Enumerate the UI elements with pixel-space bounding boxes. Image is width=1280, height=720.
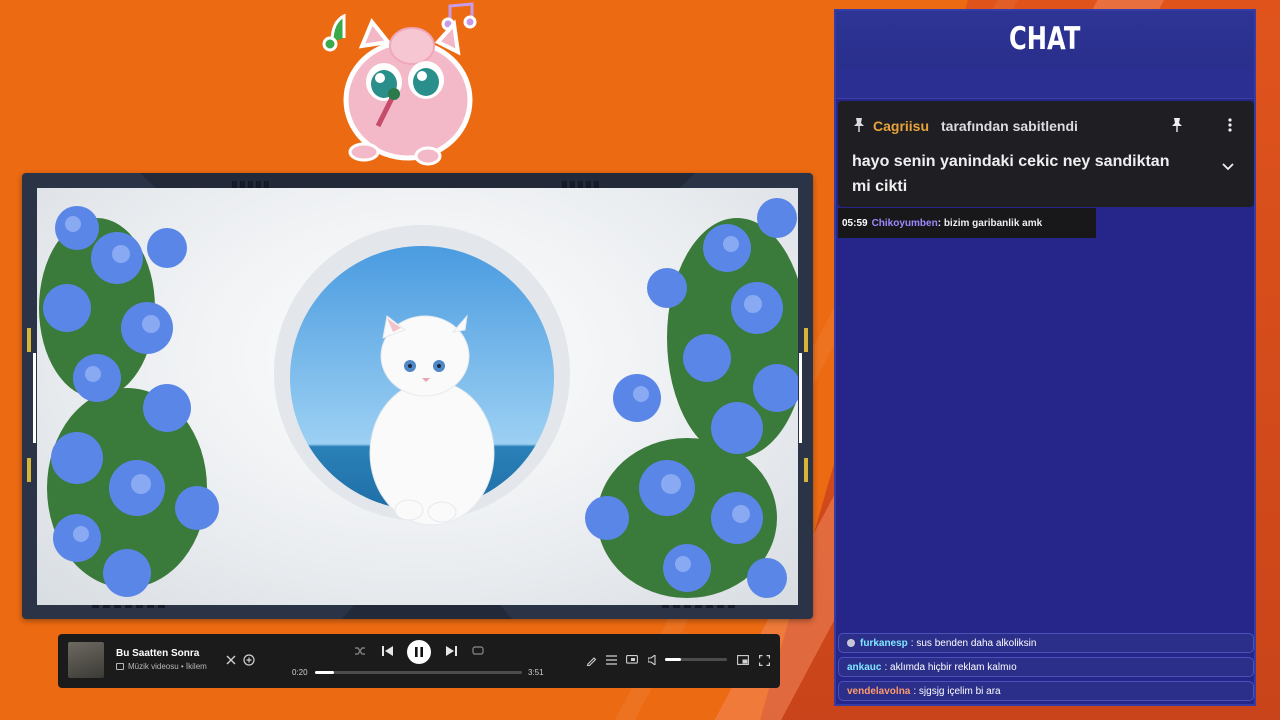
chevron-down-icon[interactable] xyxy=(1220,159,1236,175)
seek-bar[interactable] xyxy=(315,671,522,674)
time-current: 0:20 xyxy=(292,668,308,677)
volume-slider-fill xyxy=(665,658,681,661)
pinned-message[interactable]: Cagriisu tarafından sabitlendi hayo seni… xyxy=(838,101,1254,207)
volume-icon[interactable] xyxy=(646,653,660,667)
song-subtitle-text: Müzik videosu • İkilem xyxy=(128,662,207,671)
message-user[interactable]: ankauc xyxy=(847,662,881,673)
previous-icon[interactable] xyxy=(379,644,395,658)
video-scene xyxy=(39,198,798,598)
repeat-icon[interactable] xyxy=(470,644,486,658)
message-text: bizim garibanlik amk xyxy=(943,217,1043,229)
pinned-message-text: hayo senin yanindaki cekic ney sandiktan… xyxy=(852,153,1170,195)
frame-side-mark xyxy=(27,328,31,352)
chat-panel: CHAT Cagriisu tarafından sabitlendi hayo… xyxy=(834,9,1256,706)
message-user[interactable]: Chikoyumben xyxy=(872,218,938,229)
miniplayer-icon[interactable] xyxy=(736,653,750,667)
message-time: 05:59 xyxy=(842,217,868,229)
chat-header-strip xyxy=(836,67,1254,99)
frame-side-mark xyxy=(804,328,808,352)
message-user[interactable]: furkanesp xyxy=(860,638,908,649)
frame-grill xyxy=(562,181,599,188)
album-art[interactable] xyxy=(68,642,104,678)
frame-top-notch xyxy=(140,173,695,189)
video-image[interactable] xyxy=(37,188,798,605)
frame-side-line xyxy=(799,353,802,443)
time-total: 3:51 xyxy=(528,668,544,677)
song-title[interactable]: Bu Saatten Sonra xyxy=(116,648,199,659)
message-text: sjgsjg içelim bi ara xyxy=(918,685,1001,697)
volume-slider[interactable] xyxy=(665,658,727,661)
close-icon[interactable] xyxy=(224,653,238,667)
user-badge-icon xyxy=(847,639,855,647)
unpin-icon[interactable] xyxy=(1168,116,1186,134)
cast-icon[interactable] xyxy=(625,653,639,667)
frame-grill xyxy=(232,181,269,188)
chat-title: CHAT xyxy=(1009,21,1081,57)
pinned-by-text: tarafından sabitlendi xyxy=(941,118,1078,134)
more-options-icon[interactable] xyxy=(1224,117,1236,133)
music-player: Bu Saatten Sonra Müzik videosu • İkilem … xyxy=(58,634,780,688)
add-icon[interactable] xyxy=(242,653,256,667)
shuffle-icon[interactable] xyxy=(352,644,368,658)
chat-message: vendelavolna : sjgsjg içelim bi ara xyxy=(838,681,1254,701)
message-text: sus benden daha alkoliksin xyxy=(916,637,1037,649)
frame-side-mark xyxy=(804,458,808,482)
seek-bar-fill xyxy=(315,671,334,674)
next-icon[interactable] xyxy=(443,644,459,658)
queue-icon[interactable] xyxy=(604,653,618,667)
chat-message-dark: 05:59 Chikoyumben: bizim garibanlik amk xyxy=(838,208,1096,238)
chat-message: furkanesp : sus benden daha alkoliksin xyxy=(838,633,1254,653)
pinned-by-user[interactable]: Cagriisu xyxy=(873,118,929,134)
singing-pink-mascot-icon xyxy=(322,2,477,166)
edit-icon[interactable] xyxy=(584,653,598,667)
pin-icon xyxy=(852,117,866,138)
frame-side-line xyxy=(33,353,36,443)
frame-side-mark xyxy=(27,458,31,482)
message-user[interactable]: vendelavolna xyxy=(847,686,910,697)
video-icon xyxy=(116,663,124,670)
song-subtitle: Müzik videosu • İkilem xyxy=(116,662,207,671)
message-text: aklımda hiçbir reklam kalmıo xyxy=(890,661,1017,673)
chat-message: ankauc : aklımda hiçbir reklam kalmıo xyxy=(838,657,1254,677)
chat-header: CHAT xyxy=(836,11,1254,67)
pause-icon[interactable] xyxy=(407,640,431,664)
fullscreen-icon[interactable] xyxy=(757,653,771,667)
